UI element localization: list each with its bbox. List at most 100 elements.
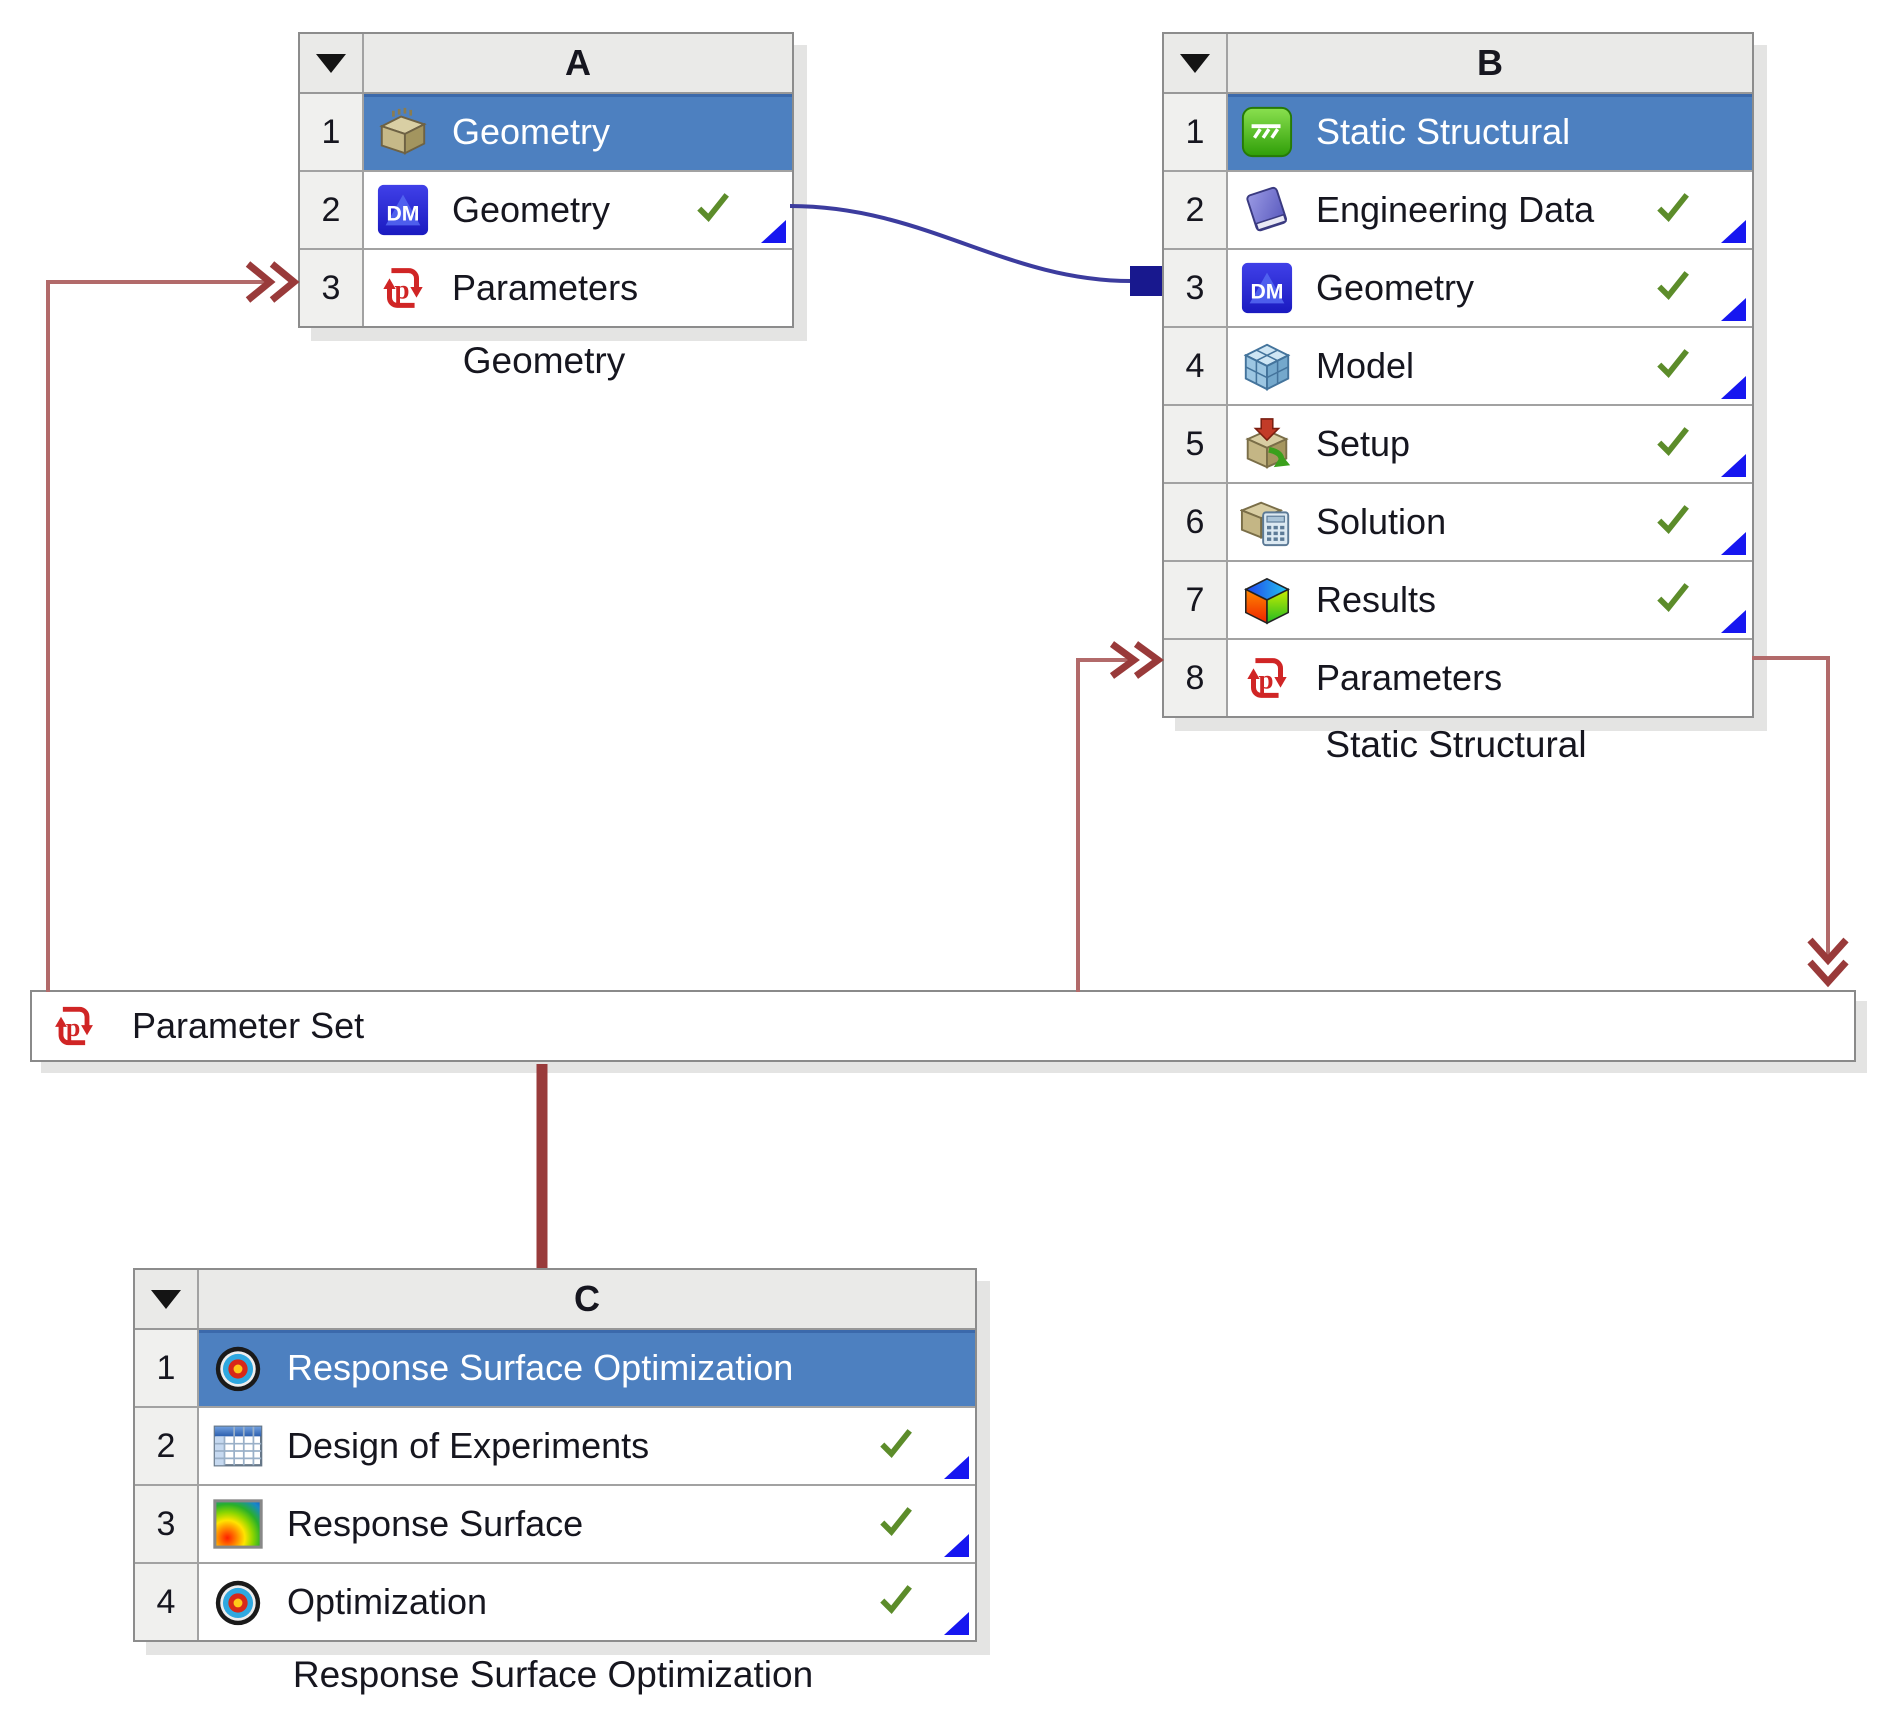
- setup-icon: [1240, 417, 1294, 471]
- system-b-row-7[interactable]: 7 Results: [1164, 562, 1752, 640]
- system-a-table: A1 Geometry2 DMGeometry3 pParameters: [298, 32, 794, 328]
- cell-label: Solution: [1316, 501, 1446, 543]
- row-number: 4: [135, 1564, 199, 1640]
- cell-label: Geometry: [452, 189, 610, 231]
- row-number: 2: [300, 172, 364, 248]
- row-number: 4: [1164, 328, 1228, 404]
- cell-content: Model: [1228, 328, 1752, 404]
- cell-label: Model: [1316, 345, 1414, 387]
- cell-content: Solution: [1228, 484, 1752, 560]
- paramset-to-a3-line: [48, 282, 268, 992]
- system-b-row-4[interactable]: 4 Model: [1164, 328, 1752, 406]
- system-a-row-1[interactable]: 1 Geometry: [300, 94, 792, 172]
- system-c-row-3[interactable]: 3 Response Surface: [135, 1486, 975, 1564]
- system-b-table: B1 Static Structural2 Engineering Data3 …: [1162, 32, 1754, 718]
- system-c-table: C1 Response Surface Optimization2 Design…: [133, 1268, 977, 1642]
- system-a-menu-button[interactable]: [300, 34, 364, 92]
- cell-label: Design of Experiments: [287, 1425, 649, 1467]
- update-triangle-icon: [944, 1534, 969, 1557]
- system-c-header-row: C: [135, 1270, 975, 1330]
- system-b-row-3[interactable]: 3 DMGeometry: [1164, 250, 1752, 328]
- system-a-row-2[interactable]: 2 DM Geometry: [300, 172, 792, 250]
- checkmark-status-icon: [877, 1583, 915, 1615]
- system-a-caption: Geometry: [298, 340, 790, 382]
- cell-content: Response Surface Optimization: [199, 1330, 975, 1406]
- cell-label: Setup: [1316, 423, 1410, 465]
- system-c-row-4[interactable]: 4 Optimization: [135, 1564, 975, 1640]
- system-b-row-2[interactable]: 2 Engineering Data: [1164, 172, 1752, 250]
- cell-content: DM Geometry: [364, 172, 792, 248]
- row-number: 2: [1164, 172, 1228, 248]
- cell-content: pParameters: [364, 250, 792, 326]
- checkmark-status-icon: [1654, 503, 1692, 535]
- row-number: 1: [1164, 94, 1228, 170]
- checkmark-status-icon: [877, 1427, 915, 1459]
- cell-label: Geometry: [452, 111, 610, 153]
- dropdown-arrow-icon: [151, 1290, 181, 1309]
- system-b-row-5[interactable]: 5 Setup: [1164, 406, 1752, 484]
- optimization-icon: [211, 1341, 265, 1395]
- system-b-caption: Static Structural: [1162, 724, 1750, 766]
- cell-content: Design of Experiments: [199, 1408, 975, 1484]
- cell-content: Engineering Data: [1228, 172, 1752, 248]
- cell-label: Results: [1316, 579, 1436, 621]
- cell-content: DM Geometry: [1228, 250, 1752, 326]
- checkmark-status-icon: [1654, 191, 1692, 223]
- dropdown-arrow-icon: [316, 54, 346, 73]
- checkmark-status-icon: [877, 1505, 915, 1537]
- row-number: 3: [135, 1486, 199, 1562]
- update-triangle-icon: [1721, 220, 1746, 243]
- system-b-row-6[interactable]: 6 Solution: [1164, 484, 1752, 562]
- cell-label: Parameters: [1316, 657, 1502, 699]
- checkmark-status-icon: [1654, 347, 1692, 379]
- checkmark-status-icon: [1654, 581, 1692, 613]
- system-b-row-8[interactable]: 8 pParameters: [1164, 640, 1752, 716]
- cell-label: Response Surface: [287, 1503, 583, 1545]
- geometry-solid-icon: [376, 105, 430, 159]
- system-b-row-1[interactable]: 1 Static Structural: [1164, 94, 1752, 172]
- row-number: 1: [300, 94, 364, 170]
- system-c-row-1[interactable]: 1 Response Surface Optimization: [135, 1330, 975, 1408]
- cell-content: Setup: [1228, 406, 1752, 482]
- checkmark-status-icon: [694, 191, 732, 223]
- parameter-set-label: Parameter Set: [132, 1005, 364, 1047]
- update-triangle-icon: [1721, 454, 1746, 477]
- row-number: 8: [1164, 640, 1228, 716]
- cell-content: pParameters: [1228, 640, 1752, 716]
- row-number: 6: [1164, 484, 1228, 560]
- system-c-menu-button[interactable]: [135, 1270, 199, 1328]
- svg-text:DM: DM: [1251, 281, 1284, 304]
- static-structural-icon: [1240, 105, 1294, 159]
- cell-content: Response Surface: [199, 1486, 975, 1562]
- row-number: 5: [1164, 406, 1228, 482]
- parameters-icon: p: [376, 261, 430, 315]
- link-endpoint-square: [1130, 266, 1162, 296]
- system-c-row-2[interactable]: 2 Design of Experiments: [135, 1408, 975, 1486]
- cell-content: Results: [1228, 562, 1752, 638]
- b8-to-paramset-line: [1752, 658, 1828, 960]
- paramset-to-b8-line: [1078, 660, 1132, 992]
- update-triangle-icon: [761, 220, 786, 243]
- cell-content: Static Structural: [1228, 94, 1752, 170]
- system-b-menu-button[interactable]: [1164, 34, 1228, 92]
- arrowhead-into-b8: [1112, 644, 1158, 676]
- cell-label: Response Surface Optimization: [287, 1347, 793, 1389]
- system-c-caption: Response Surface Optimization: [133, 1654, 973, 1696]
- response-surface-icon: [211, 1497, 265, 1551]
- svg-text:DM: DM: [387, 203, 420, 226]
- system-a-header-row: A: [300, 34, 792, 94]
- design-of-experiments-icon: [211, 1419, 265, 1473]
- row-number: 2: [135, 1408, 199, 1484]
- project-schematic: A1 Geometry2 DMGeometry3 pParameters Geo…: [0, 0, 1890, 1728]
- arrowhead-into-paramset: [1810, 940, 1846, 982]
- update-triangle-icon: [944, 1612, 969, 1635]
- cell-label: Geometry: [1316, 267, 1474, 309]
- parameter-set-bar[interactable]: p Parameter Set: [30, 990, 1856, 1062]
- solution-icon: [1240, 495, 1294, 549]
- arrowhead-into-a3: [248, 264, 294, 300]
- dm-geometry-icon: DM: [376, 183, 430, 237]
- cell-content: Optimization: [199, 1564, 975, 1640]
- svg-text:p: p: [395, 275, 410, 305]
- checkmark-status-icon: [1654, 269, 1692, 301]
- system-a-row-3[interactable]: 3 pParameters: [300, 250, 792, 326]
